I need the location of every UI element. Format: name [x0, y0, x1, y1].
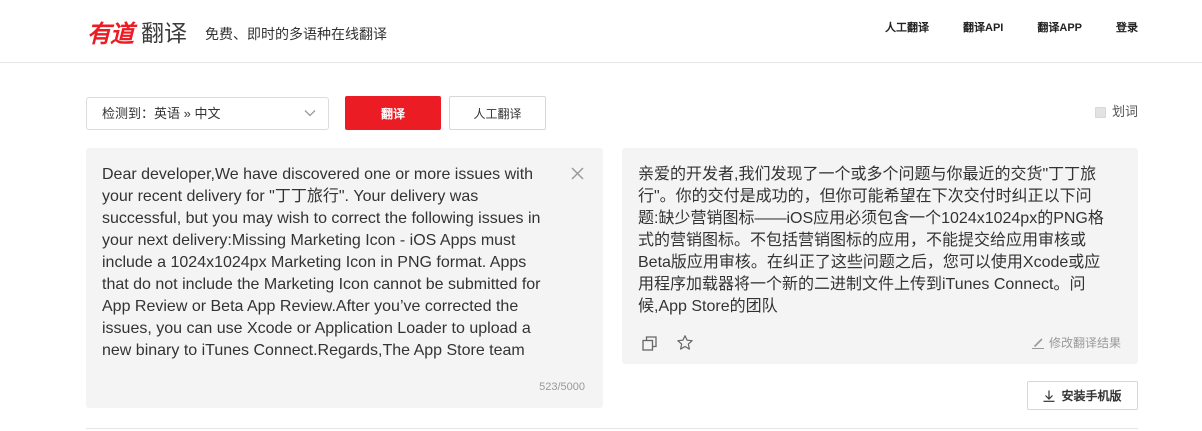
chevron-down-icon	[304, 110, 316, 117]
source-panel: Dear developer,We have discovered one or…	[86, 148, 603, 408]
nav-item-translate-app[interactable]: 翻译APP	[1037, 20, 1082, 36]
bottom-divider	[86, 428, 1138, 429]
language-select[interactable]: 检测到：英语 » 中文	[86, 97, 329, 130]
close-icon[interactable]	[571, 167, 584, 180]
edit-translation-button[interactable]: 修改翻译结果	[1031, 335, 1121, 351]
translation-line: 用程序加载器将一个新的二进制文件上传到iTunes Connect。问	[638, 276, 1086, 293]
translation-line: 式的营销图标。不包括营销图标的应用，不能提交给应用审核或	[638, 232, 1087, 249]
translation-line: 亲爱的开发者,我们发现了一个或多个问题与你最近的交货"丁丁旅	[638, 166, 1097, 183]
human-translation-button[interactable]: 人工翻译	[449, 96, 546, 130]
translation-line: Beta版应用审核。在纠正了这些问题之后，您可以使用Xcode或应	[638, 254, 1101, 271]
nav-item-human-translation[interactable]: 人工翻译	[885, 20, 929, 36]
nav-item-login[interactable]: 登录	[1116, 20, 1138, 36]
top-header: 有道 翻译 免费、即时的多语种在线翻译 人工翻译 翻译API 翻译APP 登录	[0, 0, 1202, 63]
nav-item-translate-api[interactable]: 翻译API	[963, 20, 1003, 36]
word-pick-toggle[interactable]: 划词	[1094, 104, 1138, 120]
site-slogan: 免费、即时的多语种在线翻译	[205, 26, 387, 42]
download-icon	[1043, 390, 1055, 402]
checkbox-icon[interactable]	[1094, 106, 1106, 118]
translate-button[interactable]: 翻译	[345, 96, 441, 130]
edit-translation-label: 修改翻译结果	[1048, 336, 1121, 350]
copy-icon[interactable]	[642, 336, 657, 351]
install-mobile-app-label: 安装手机版	[1061, 389, 1122, 403]
logo-product-text: 翻译	[141, 20, 187, 46]
top-nav: 人工翻译 翻译API 翻译APP 登录	[885, 20, 1138, 36]
youdao-translate-logo[interactable]: 有道 翻译	[87, 15, 187, 48]
source-text-input[interactable]: Dear developer,We have discovered one or…	[102, 164, 549, 362]
logo-brand-text: 有道	[87, 21, 134, 48]
word-pick-label: 划词	[1111, 104, 1138, 119]
language-select-value: 检测到：英语 » 中文	[102, 106, 221, 121]
translation-line: 行"。你的交付是成功的，但你可能希望在下次交付时纠正以下问	[638, 188, 1092, 205]
pencil-icon	[1031, 338, 1044, 349]
translation-panel: 亲爱的开发者,我们发现了一个或多个问题与你最近的交货"丁丁旅 行"。你的交付是成…	[622, 148, 1138, 364]
star-icon[interactable]	[677, 335, 693, 351]
translation-result: 亲爱的开发者,我们发现了一个或多个问题与你最近的交货"丁丁旅 行"。你的交付是成…	[638, 164, 1104, 318]
install-mobile-app-button[interactable]: 安装手机版	[1027, 381, 1138, 410]
translation-line: 题:缺少营销图标——iOS应用必须包含一个1024x1024px的PNG格	[638, 210, 1104, 227]
char-count: 523/5000	[539, 381, 585, 393]
translation-line: 候,App Store的团队	[638, 298, 778, 315]
